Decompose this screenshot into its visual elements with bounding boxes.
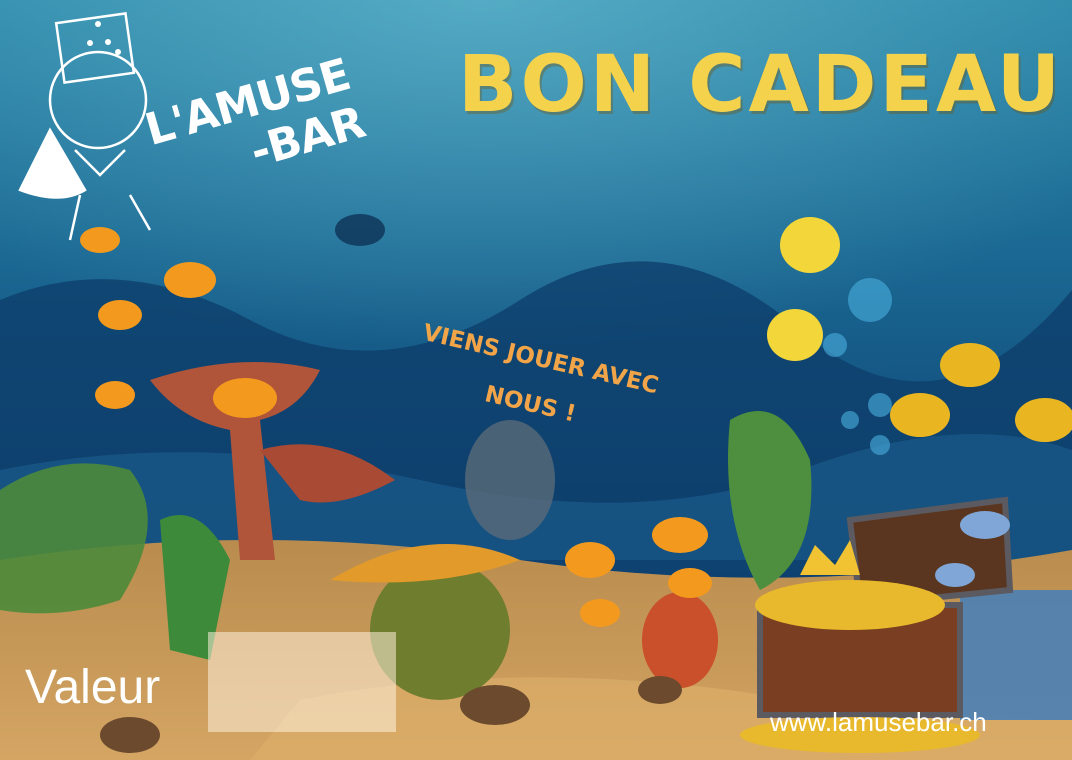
- value-label: Valeur: [25, 661, 161, 714]
- value-field[interactable]: [208, 632, 396, 732]
- voucher-title: BON CADEAU: [458, 40, 1064, 130]
- website-link[interactable]: www.lamusebar.ch: [770, 707, 987, 738]
